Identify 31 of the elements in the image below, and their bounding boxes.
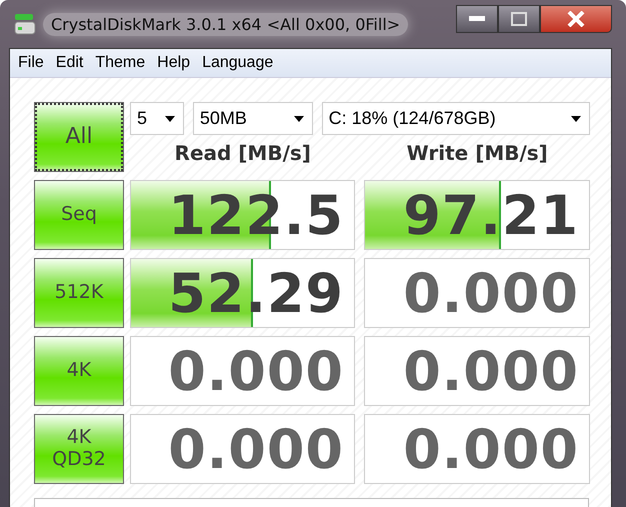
test-button[interactable]: 4K QD32 xyxy=(34,414,124,484)
menu-item[interactable]: Language xyxy=(202,54,274,72)
test-button[interactable]: 512K xyxy=(34,258,124,328)
minimize-icon xyxy=(469,16,485,22)
result-cell: 0.000 xyxy=(364,414,590,484)
test-button[interactable]: Seq xyxy=(34,180,124,250)
dropdown[interactable]: 50MB xyxy=(192,102,313,135)
menu-item[interactable]: Help xyxy=(157,54,190,72)
minimize-button[interactable] xyxy=(456,5,498,33)
menu-item[interactable]: Edit xyxy=(56,54,84,72)
all-button[interactable]: All xyxy=(34,102,124,172)
maximize-icon xyxy=(511,12,527,26)
menu-item[interactable]: Theme xyxy=(95,54,146,72)
close-icon xyxy=(567,11,585,27)
column-header: Write [MB/s] xyxy=(406,141,549,165)
result-cell: 0.000 xyxy=(130,336,355,406)
result-cell: 0.000 xyxy=(130,414,355,484)
dropdown[interactable]: C: 18% (124/678GB) xyxy=(322,102,590,135)
caret-icon xyxy=(164,116,175,122)
caret-icon xyxy=(571,116,581,122)
column-header: Read [MB/s] xyxy=(174,141,312,165)
caret-icon xyxy=(294,116,304,122)
window-title: CrystalDiskMark 3.0.1 x64 <All 0x00, 0Fill> xyxy=(43,12,408,36)
maximize-button[interactable] xyxy=(498,5,540,33)
dropdown[interactable]: 5 xyxy=(130,102,184,135)
app-icon xyxy=(13,12,37,36)
result-cell: 0.000 xyxy=(364,258,590,328)
test-button[interactable]: 4K xyxy=(34,336,124,406)
menu-item[interactable]: File xyxy=(18,54,44,72)
result-cell: 0.000 xyxy=(364,336,590,406)
close-button[interactable] xyxy=(540,5,612,33)
